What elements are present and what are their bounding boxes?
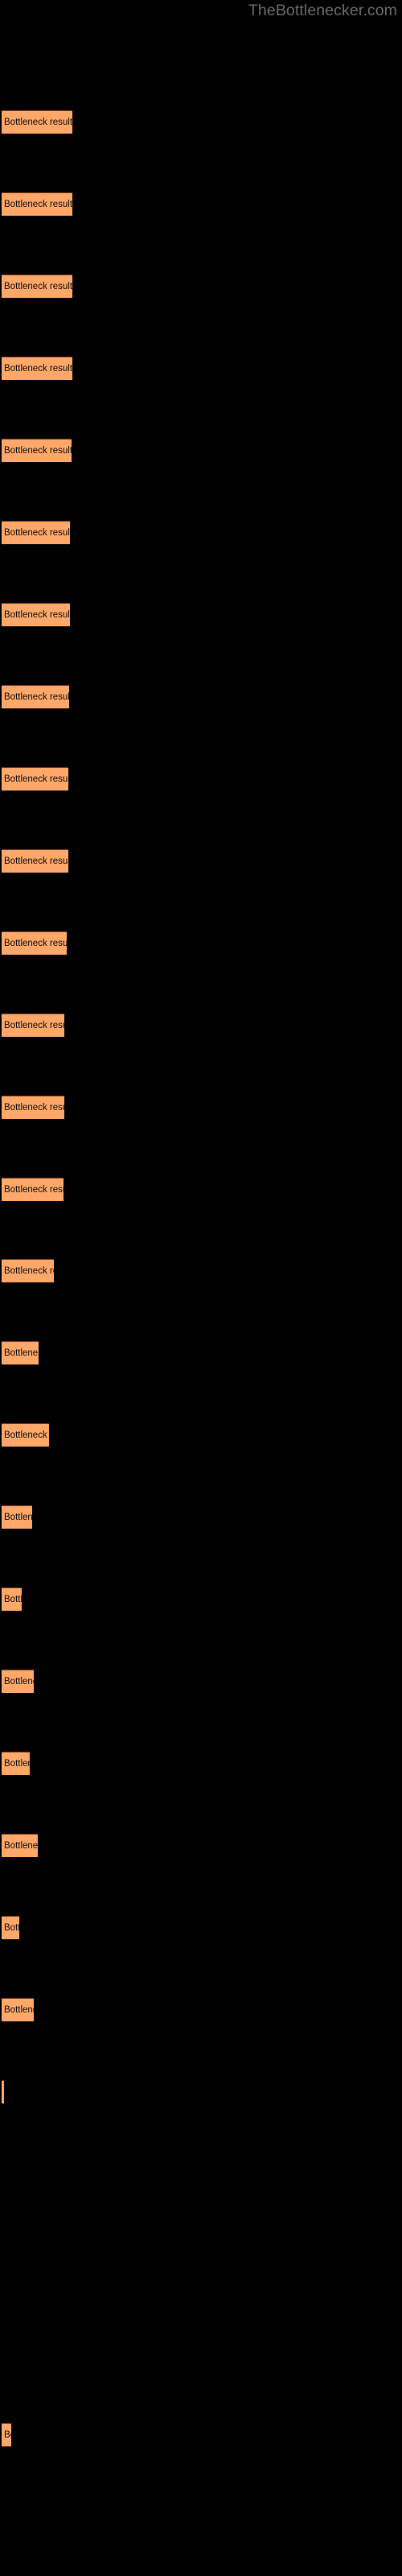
bar[interactable]: Bottleneck result	[2, 439, 72, 463]
bar[interactable]: Bottleneck result	[2, 1997, 34, 2021]
bar[interactable]: Bottleneck result	[2, 684, 69, 708]
bar[interactable]: Bottleneck result	[2, 1505, 32, 1530]
bar[interactable]: Bottleneck result	[2, 357, 72, 381]
bar-label: Bottleneck result	[4, 1430, 49, 1441]
bar[interactable]: Bottleneck result	[2, 1259, 54, 1283]
bar[interactable]: Bottleneck result	[2, 1341, 39, 1365]
bar-label: Bottleneck result	[4, 364, 72, 374]
bar-label: Bottleneck result	[4, 856, 68, 866]
bar[interactable]: Bottleneck result	[2, 1915, 19, 1939]
bar[interactable]: Bottleneck result	[2, 603, 70, 627]
bar[interactable]: Bottleneck result	[2, 2423, 11, 2447]
bar-label: Bottleneck result	[4, 1348, 39, 1359]
bar-label: Bottleneck result	[4, 1184, 64, 1195]
bar-label: Bottleneck result	[4, 282, 72, 292]
bar[interactable]: Bottleneck result	[2, 766, 68, 791]
bar[interactable]: Bottleneck result	[2, 110, 72, 134]
bar[interactable]: Bottleneck result	[2, 275, 72, 299]
bar[interactable]: Bottleneck result	[2, 1423, 49, 1447]
bar-label: Bottleneck result	[4, 1840, 38, 1851]
bar[interactable]: Bottleneck result	[2, 1013, 64, 1037]
bar-label: Bottleneck result	[4, 1020, 64, 1030]
plot-area: Bottleneck result Bottleneck result Bottle…	[0, 0, 402, 2576]
bar-label: Bottleneck result	[4, 1922, 19, 1933]
bar-label: Bottleneck result	[4, 200, 72, 210]
bar-label: Bottleneck result	[4, 774, 68, 784]
bar-label: Bottleneck result	[4, 1759, 30, 1769]
bar[interactable]: Bottleneck result	[2, 931, 67, 955]
bar-label: Bottleneck result	[4, 1677, 34, 1687]
bar[interactable]: Bottleneck result	[2, 192, 72, 217]
bar-label: Bottleneck result	[4, 1266, 54, 1277]
bar[interactable]: Bottleneck result	[2, 1177, 64, 1201]
bar-label: Bottleneck result	[4, 938, 67, 948]
bar-label: Bottleneck result	[4, 610, 70, 621]
bar[interactable]: Bottleneck result	[2, 1095, 64, 1119]
bar[interactable]: Bottleneck result	[2, 1670, 34, 1694]
bar-label: Bottleneck result	[4, 2004, 34, 2015]
bar[interactable]: Bottleneck result	[2, 848, 68, 873]
bottleneck-bar-chart: TheBottlenecker.com Bottleneck result Bot…	[0, 0, 402, 2576]
bar[interactable]: Bottleneck result	[2, 1833, 38, 1857]
bar-label: Bottleneck result	[4, 1513, 32, 1523]
bar-label: Bottleneck result	[4, 118, 72, 128]
bar-label: Bottleneck result	[4, 691, 69, 702]
bar-label: Bottleneck result	[4, 446, 72, 456]
bar-label: Bottleneck result	[4, 1595, 22, 1605]
bar-label: Bottleneck result	[4, 1102, 64, 1113]
bar-label: Bottleneck result	[4, 528, 70, 539]
bar-label: Bottleneck result	[4, 2430, 11, 2441]
bar[interactable]: Bottleneck result	[2, 1752, 30, 1775]
bar[interactable]: Bottleneck result	[2, 521, 70, 545]
bar[interactable]: Bottleneck result	[2, 1587, 22, 1612]
bar[interactable]: Bottleneck result	[2, 2079, 4, 2103]
